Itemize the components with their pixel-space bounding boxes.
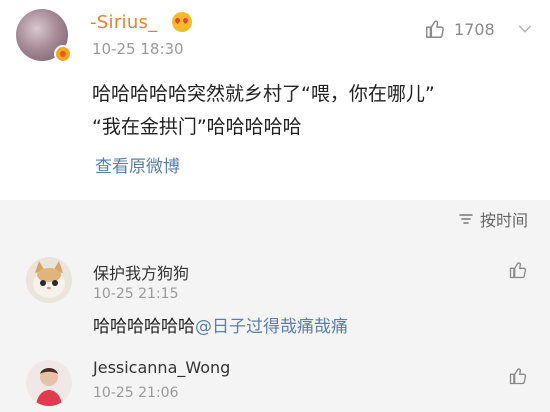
comment-timestamp: 10-25 21:06 — [93, 385, 179, 401]
sort-by-time-button[interactable]: 按时间 — [480, 207, 528, 231]
post-text: 哈哈哈哈哈突然就乡村了“喂，你在哪儿” “我在金拱门”哈哈哈哈哈 — [92, 78, 532, 144]
weibo-post-card: -Sirius_ 10-25 18:30 1708 哈哈哈哈哈突然就乡村了“喂，… — [0, 0, 550, 200]
comment-body: 哈哈哈哈哈哈 — [93, 317, 195, 337]
verified-badge-icon — [54, 45, 72, 63]
post-username[interactable]: -Sirius_ — [90, 12, 158, 33]
sort-icon[interactable] — [458, 212, 474, 228]
comment-username[interactable]: 保护我方狗狗 — [93, 260, 189, 284]
comment-timestamp: 10-25 21:15 — [93, 286, 179, 302]
comment-item: 保护我方狗狗 10-25 21:15 哈哈哈哈哈哈@日子过得哉痛哉痛 — [0, 240, 550, 340]
thumbs-up-icon[interactable] — [424, 18, 446, 40]
avatar[interactable] — [26, 257, 72, 303]
post-timestamp: 10-25 18:30 — [92, 40, 184, 58]
heart-eyes-emoji-icon — [172, 12, 192, 32]
user-avatar-icon — [26, 360, 72, 406]
comment-item: Jessicanna_Wong 10-25 21:06 — [0, 340, 550, 412]
post-text-line: “我在金拱门”哈哈哈哈哈 — [92, 116, 302, 138]
avatar[interactable] — [26, 360, 72, 406]
cat-avatar-icon — [26, 257, 72, 303]
mention-link[interactable]: @日子过得哉痛哉痛 — [195, 317, 348, 337]
chevron-down-icon[interactable] — [518, 22, 532, 36]
thumbs-up-icon[interactable] — [508, 366, 528, 386]
like-count: 1708 — [454, 20, 495, 39]
comment-username[interactable]: Jessicanna_Wong — [93, 358, 230, 377]
thumbs-up-icon[interactable] — [508, 260, 528, 280]
post-text-line: 哈哈哈哈哈突然就乡村了“喂，你在哪儿” — [92, 83, 435, 105]
comment-text: 哈哈哈哈哈哈@日子过得哉痛哉痛 — [93, 312, 348, 337]
view-original-link[interactable]: 查看原微博 — [95, 152, 180, 177]
